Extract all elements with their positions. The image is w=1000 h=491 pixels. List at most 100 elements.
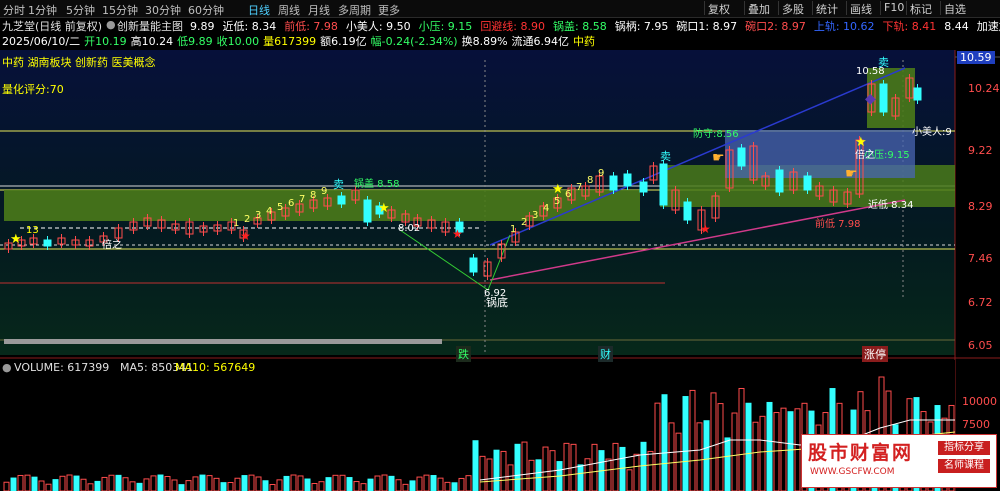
volume-ma10: MA10: 567649	[175, 361, 256, 374]
count-number: 3	[532, 210, 538, 221]
volume-bar	[199, 474, 206, 491]
tab-multi-period[interactable]: 多周期	[338, 2, 371, 18]
statistics-button[interactable]: 统计	[812, 1, 841, 16]
volume-bar	[325, 477, 332, 491]
fangshou-label: 防守:8.56	[693, 127, 739, 140]
tab-1min[interactable]: 1分钟	[28, 2, 57, 18]
count-label-13: 13	[26, 225, 39, 236]
indicator-value: 锅柄: 7.95	[614, 20, 669, 33]
tab-30min[interactable]: 30分钟	[145, 2, 181, 18]
volume-tick: 10000	[962, 395, 997, 408]
quote-field: 量617399	[263, 35, 317, 48]
current-price-tag: 10.59	[957, 51, 995, 64]
red-star-marker: ★	[452, 227, 463, 241]
sell-label: 卖	[333, 178, 344, 191]
horizontal-scrollbar[interactable]	[4, 339, 442, 344]
tab-5min[interactable]: 5分钟	[66, 2, 95, 18]
indicator-value: 小压: 9.15	[418, 20, 473, 33]
watermark-tag-course: 名师课程	[938, 459, 990, 473]
volume-bar	[388, 475, 395, 491]
volume-bar	[577, 464, 584, 491]
volume-bar	[661, 394, 668, 491]
watchlist-button[interactable]: 自选	[940, 1, 969, 16]
indicator-value: 上轨: 10.62	[813, 20, 875, 33]
event-tag-drop[interactable]: 跌	[456, 346, 471, 362]
count-number: 8	[310, 190, 316, 201]
count-number: 4	[266, 206, 272, 217]
count-number: 1	[510, 224, 516, 235]
event-tag-finance[interactable]: 财	[598, 346, 613, 362]
indicator-values-row: 9.89 近低: 8.34 前低: 7.98 小美人: 9.50 小压: 9.15 回避线…	[190, 18, 1000, 34]
red-star-marker: ★	[700, 222, 711, 236]
volume-bar	[451, 482, 458, 491]
f10-button[interactable]: F10	[880, 1, 907, 15]
volume-bar	[241, 475, 248, 491]
count-number: 5	[554, 196, 560, 207]
tab-monthly[interactable]: 月线	[308, 2, 330, 18]
volume-bar	[514, 443, 521, 491]
beizhi-label: 倍之	[102, 238, 122, 251]
jindi-label: 近低 8.34	[868, 198, 913, 211]
watermark-tag-share: 指标分享	[938, 441, 990, 455]
count-number: 2	[244, 214, 250, 225]
hand-icon: ☛	[845, 166, 858, 182]
draw-line-button[interactable]: 画线	[846, 1, 875, 16]
volume-bar	[73, 475, 80, 491]
stock-title: 九芝堂(日线 前复权)	[2, 20, 103, 33]
kline-chart[interactable]: ★ ★ ★ ★ ★ ★ ★ ☛ ☛ ◆ 6.92 锅底 锅盖 8.58 防守:8…	[0, 17, 1000, 491]
diamond-icon: ◆	[865, 91, 876, 107]
fuquan-button[interactable]: 复权	[704, 1, 733, 16]
price-tick: 8.29	[968, 200, 993, 213]
tab-fenshi[interactable]: 分时	[3, 2, 25, 18]
event-tag-limit-up[interactable]: 涨停	[862, 346, 888, 362]
count-number: 7	[299, 194, 305, 205]
indicator-name[interactable]: 创新量能主图	[117, 18, 183, 34]
volume-bar	[10, 477, 17, 491]
star-marker: ★	[552, 182, 564, 197]
volume-bar	[52, 479, 59, 491]
tab-60min[interactable]: 60分钟	[188, 2, 224, 18]
volume-bar	[115, 474, 122, 491]
concept-tags: 中药 湖南板块 创新药 医美概念	[2, 56, 156, 69]
count-number: 6	[288, 198, 294, 209]
quote-field: 幅-0.24(-2.34%)	[370, 35, 458, 48]
mark-button[interactable]: 标记	[906, 1, 935, 16]
watermark-title: 股市财富网	[808, 442, 914, 464]
indicator-value: 下轨: 8.41	[882, 20, 937, 33]
top-price-label: 10.58	[856, 66, 885, 77]
price-tick: 6.72	[968, 296, 993, 309]
watermark-logo: 股市财富网 WWW.GSCFW.COM 指标分享 名师课程	[801, 434, 997, 488]
beizhi-label-2: 倍之	[855, 148, 875, 161]
price-tick: 6.05	[968, 339, 993, 352]
indicator-value: 加速加仓:	[976, 20, 1000, 33]
quote-field: 流通6.94亿	[511, 35, 570, 48]
indicator-dot: ●	[106, 18, 116, 31]
tab-more[interactable]: 更多	[378, 2, 400, 18]
quant-score: 量化评分:70	[2, 83, 64, 96]
volume-bar	[262, 480, 269, 491]
quote-field: 额6.19亿	[320, 35, 367, 48]
volume-label: VOLUME: 617399	[14, 361, 110, 374]
guodi-label: 锅底	[486, 295, 508, 309]
guogai-label: 锅盖 8.58	[354, 177, 399, 190]
volume-bar	[493, 449, 500, 491]
xiaomeiren-label: 小美人:9	[912, 125, 952, 138]
count-number: 1	[233, 218, 239, 229]
qiandi-label: 前低 7.98	[815, 217, 860, 230]
tab-weekly[interactable]: 周线	[278, 2, 300, 18]
volume-bar	[640, 441, 647, 491]
volume-bar	[430, 475, 437, 491]
volume-bar	[766, 401, 773, 491]
overlay-button[interactable]: 叠加	[744, 1, 773, 16]
volume-bar	[787, 411, 794, 491]
tab-daily[interactable]: 日线	[248, 2, 270, 18]
multi-stock-button[interactable]: 多股	[778, 1, 807, 16]
tab-15min[interactable]: 15分钟	[102, 2, 138, 18]
volume-dot: ●	[2, 361, 12, 374]
quote-field: 换8.89%	[461, 35, 508, 48]
count-number: 5	[277, 202, 283, 213]
indicator-value: 回避线: 8.90	[480, 20, 546, 33]
volume-bar	[682, 396, 689, 491]
price-tick: 9.22	[968, 144, 993, 157]
quote-field: 中药	[573, 35, 596, 48]
